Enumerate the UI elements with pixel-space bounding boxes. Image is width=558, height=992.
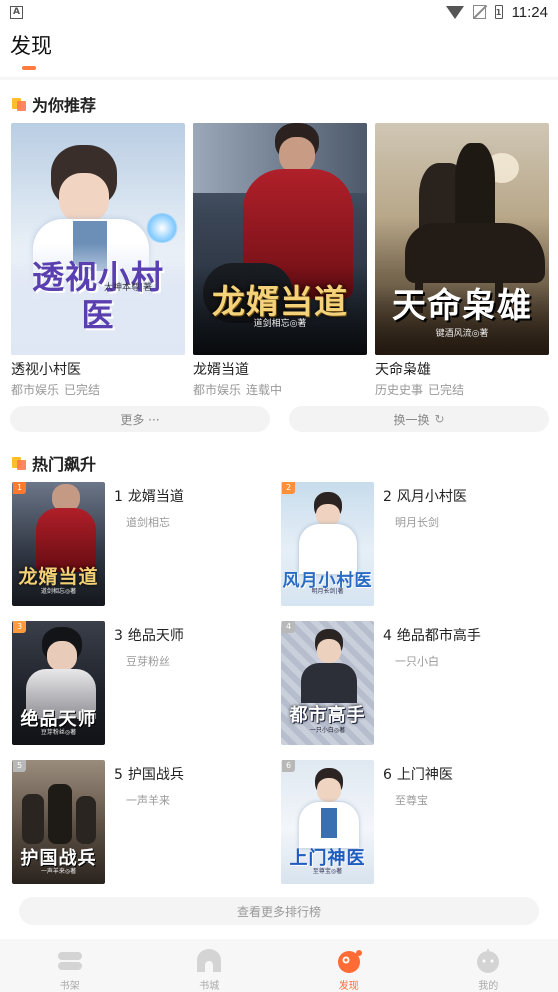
rank-badge: 5 — [13, 760, 26, 772]
nav-bookstore[interactable]: 书城 — [140, 939, 280, 992]
book-cover[interactable]: 绝品天师 豆芽粉丝◎著 3 — [12, 621, 105, 745]
cover-author: 明月长剑|著 — [311, 588, 344, 595]
rank-badge: 4 — [282, 621, 295, 633]
rank-badge: 1 — [13, 482, 26, 494]
ranking-title: 6 上门神医 — [383, 767, 453, 783]
bookshelf-icon — [57, 948, 83, 974]
book-meta: 历史史事 已完结 — [375, 383, 465, 397]
cover-title: 透视小村医 — [31, 258, 164, 334]
recommend-section-title: 为你推荐 — [32, 96, 97, 115]
profile-icon — [475, 948, 501, 974]
section-books-icon — [12, 456, 26, 470]
ranking-title: 2 风月小村医 — [383, 489, 467, 505]
nav-label: 书架 — [59, 981, 80, 992]
book-cover[interactable]: 风月小村医 明月长剑|著 2 — [281, 482, 374, 606]
ranking-author: 豆芽粉丝 — [126, 655, 170, 668]
cover-author: 键酒风流◎著 — [435, 329, 489, 339]
cover-author: 一只小白◎著 — [309, 727, 346, 734]
nav-label: 发现 — [338, 981, 359, 992]
book-meta: 都市娱乐 已完结 — [11, 383, 101, 397]
ranking-author: 一只小白 — [395, 655, 439, 668]
more-button[interactable]: 更多 ··· — [10, 406, 270, 432]
book-title: 天命枭雄 — [375, 362, 431, 378]
section-books-icon — [12, 97, 26, 111]
cover-title: 都市高手 — [289, 705, 366, 726]
nav-label: 书城 — [199, 981, 220, 992]
recommend-section-header: 为你推荐 — [12, 92, 96, 116]
page-header: 发现 — [10, 30, 52, 70]
ranking-title: 4 绝品都市高手 — [383, 628, 481, 644]
refresh-button[interactable]: 换一换 ↻ — [289, 406, 549, 432]
book-cover[interactable]: 龙婿当道 道剑相忘◎著 — [193, 123, 367, 355]
refresh-label: 换一换 — [393, 412, 430, 427]
ranking-author: 至尊宝 — [395, 794, 428, 807]
hot-section-title: 热门飙升 — [32, 455, 97, 474]
book-title: 龙婿当道 — [193, 362, 249, 378]
recommend-list: 透视小村医 大神本尊|著 透视小村医 都市娱乐 已完结 龙婿当道 道剑相忘◎著 龙… — [11, 123, 549, 398]
cover-author: 豆芽粉丝◎著 — [40, 729, 77, 736]
cover-author: 一声羊来◎著 — [40, 868, 77, 875]
battery-icon: 1 — [494, 5, 503, 19]
cover-author: 道剑相忘◎著 — [253, 319, 307, 329]
more-label: 更多 ··· — [120, 412, 160, 427]
book-cover[interactable]: 龙婿当道 道剑相忘◎著 1 — [12, 482, 105, 606]
rank-badge: 2 — [282, 482, 295, 494]
book-cover[interactable]: 上门神医 至尊宝◎著 6 — [281, 760, 374, 884]
ranking-item[interactable]: 护国战兵 一声羊来◎著 5 5 护国战兵 一声羊来 — [12, 760, 184, 884]
recommend-actions: 更多 ··· 换一换 ↻ — [10, 406, 549, 432]
book-cover[interactable]: 护国战兵 一声羊来◎著 5 — [12, 760, 105, 884]
ranking-author: 一声羊来 — [126, 794, 170, 807]
no-sim-icon — [472, 5, 486, 19]
cover-author: 大神本尊|著 — [103, 283, 153, 293]
ranking-item[interactable]: 龙婿当道 道剑相忘◎著 1 1 龙婿当道 道剑相忘 — [12, 482, 184, 606]
cover-author: 至尊宝◎著 — [312, 868, 343, 875]
book-title: 透视小村医 — [11, 362, 81, 378]
notification-icon: A — [10, 5, 23, 19]
nav-bookshelf[interactable]: 书架 — [0, 939, 140, 992]
rank-badge: 3 — [13, 621, 26, 633]
book-cover[interactable]: 透视小村医 大神本尊|著 — [11, 123, 185, 355]
hot-section-header: 热门飙升 — [12, 451, 96, 475]
refresh-icon: ↻ — [434, 412, 445, 426]
ranking-item[interactable]: 上门神医 至尊宝◎著 6 6 上门神医 至尊宝 — [281, 760, 453, 884]
ranking-author: 明月长剑 — [395, 516, 439, 529]
more-rankings-button[interactable]: 查看更多排行榜 — [19, 897, 539, 925]
bookstore-icon — [196, 948, 222, 974]
title-indicator — [22, 66, 36, 70]
header-divider — [0, 77, 558, 80]
nav-discover[interactable]: 发现 — [279, 939, 419, 992]
ranking-item[interactable]: 都市高手 一只小白◎著 4 4 绝品都市高手 一只小白 — [281, 621, 481, 745]
ranking-item[interactable]: 风月小村医 明月长剑|著 2 2 风月小村医 明月长剑 — [281, 482, 467, 606]
recommend-book-card[interactable]: 天命枭雄 键酒风流◎著 天命枭雄 历史史事 已完结 — [375, 123, 549, 398]
status-bar: A 1 11:24 — [0, 0, 558, 24]
nav-profile[interactable]: 我的 — [419, 939, 558, 992]
book-cover[interactable]: 都市高手 一只小白◎著 4 — [281, 621, 374, 745]
book-cover[interactable]: 天命枭雄 键酒风流◎著 — [375, 123, 549, 355]
cover-title: 天命枭雄 — [392, 286, 532, 326]
cover-author: 道剑相忘◎著 — [40, 588, 77, 595]
wifi-icon — [445, 5, 464, 19]
discover-icon — [336, 948, 362, 974]
rank-badge: 6 — [282, 760, 295, 772]
ranking-title: 5 护国战兵 — [114, 767, 184, 783]
cover-title: 龙婿当道 — [18, 566, 99, 588]
more-rankings-label: 查看更多排行榜 — [236, 904, 321, 919]
page-title: 发现 — [10, 34, 52, 58]
recommend-book-card[interactable]: 透视小村医 大神本尊|著 透视小村医 都市娱乐 已完结 — [11, 123, 185, 398]
clock: 11:24 — [511, 3, 548, 21]
recommend-book-card[interactable]: 龙婿当道 道剑相忘◎著 龙婿当道 都市娱乐 连载中 — [193, 123, 367, 398]
bottom-nav: 书架 书城 发现 我的 — [0, 939, 558, 992]
ranking-item[interactable]: 绝品天师 豆芽粉丝◎著 3 3 绝品天师 豆芽粉丝 — [12, 621, 184, 745]
ranking-title: 1 龙婿当道 — [114, 489, 184, 505]
ranking-author: 道剑相忘 — [126, 516, 170, 529]
nav-label: 我的 — [478, 981, 499, 992]
ranking-title: 3 绝品天师 — [114, 628, 184, 644]
book-meta: 都市娱乐 连载中 — [193, 383, 283, 397]
